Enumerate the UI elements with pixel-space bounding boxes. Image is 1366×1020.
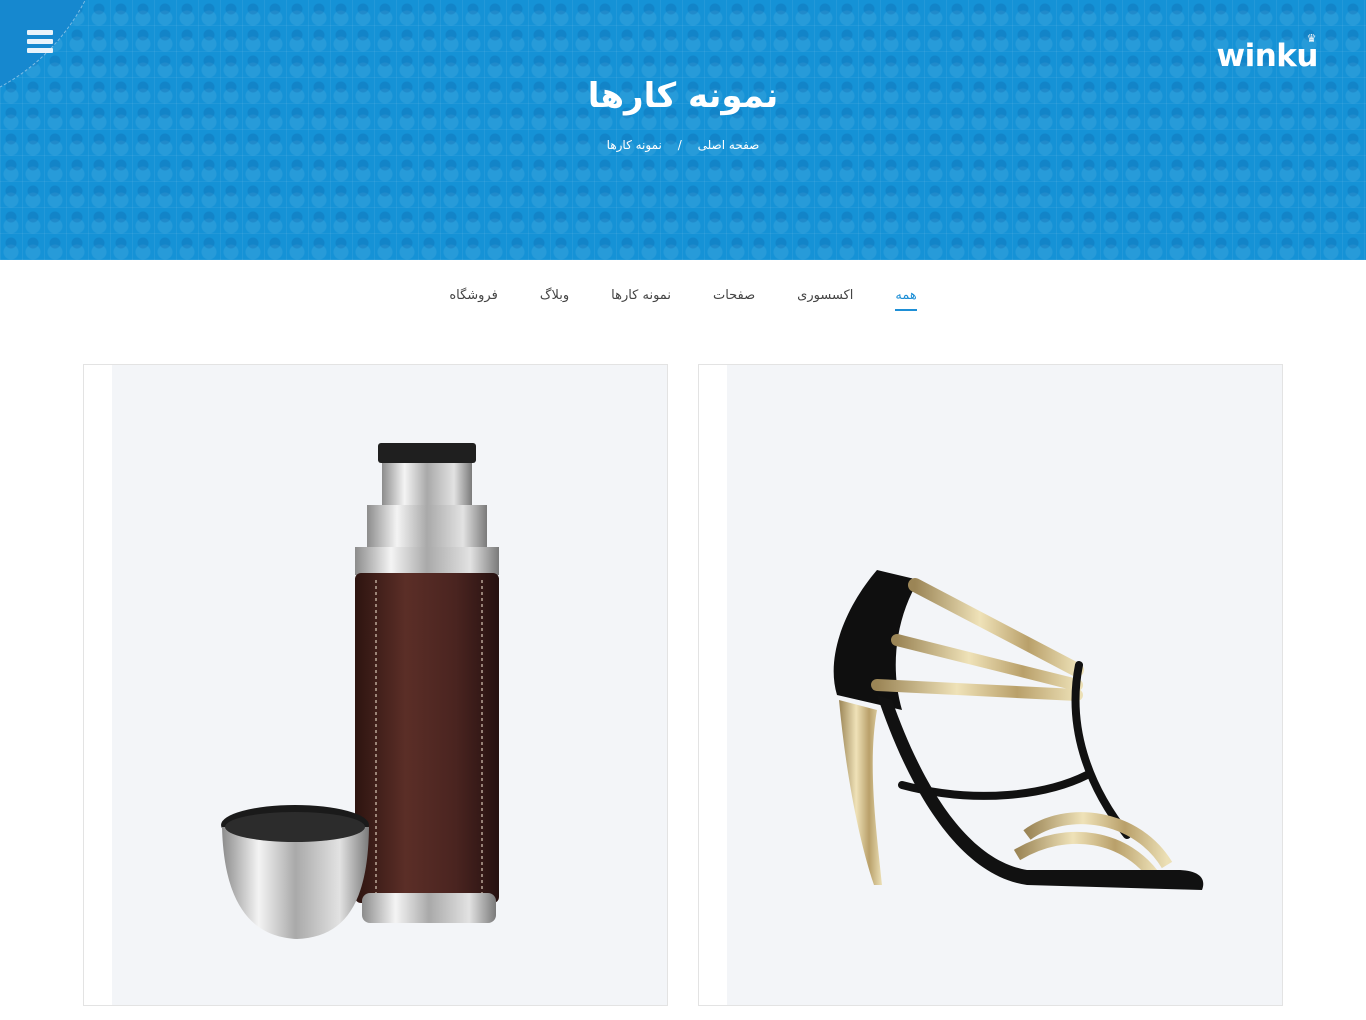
- portfolio-filter-tabs: همه اکسسوری صفحات نمونه کارها وبلاگ فروش…: [0, 288, 1366, 311]
- site-logo[interactable]: winku ♛: [1216, 32, 1318, 74]
- filter-tab-shop[interactable]: فروشگاه: [449, 288, 498, 311]
- page-title: نمونه کارها: [587, 76, 779, 116]
- filter-tab-all[interactable]: همه: [895, 288, 917, 311]
- filter-tab-accessories[interactable]: اکسسوری: [797, 288, 853, 311]
- breadcrumb-separator: /: [677, 138, 682, 152]
- portfolio-item-thermos[interactable]: [83, 364, 668, 1006]
- breadcrumb-home-link[interactable]: صفحه اصلی: [698, 138, 760, 152]
- sandal-image: [727, 365, 1282, 1005]
- thermos-image: [112, 365, 667, 1005]
- filter-tab-portfolio[interactable]: نمونه کارها: [611, 288, 671, 311]
- logo-text: winku: [1216, 38, 1318, 74]
- breadcrumb: صفحه اصلی / نمونه کارها: [0, 138, 1366, 152]
- logo-crown-icon: ♛: [1306, 32, 1317, 45]
- breadcrumb-current: نمونه کارها: [606, 138, 662, 152]
- filter-tab-blog[interactable]: وبلاگ: [540, 288, 569, 311]
- hamburger-menu-icon[interactable]: [27, 30, 53, 54]
- portfolio-item-sandal[interactable]: [698, 364, 1283, 1006]
- page-header-banner: winku ♛ نمونه کارها صفحه اصلی / نمونه کا…: [0, 0, 1366, 260]
- filter-tab-pages[interactable]: صفحات: [713, 288, 755, 311]
